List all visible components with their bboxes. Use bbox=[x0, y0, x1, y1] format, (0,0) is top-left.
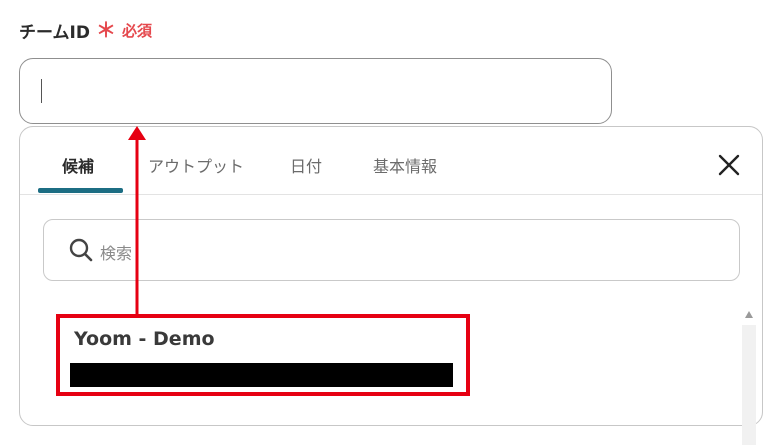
scroll-up-arrow-icon[interactable] bbox=[745, 311, 753, 318]
value-picker-panel: 候補 アウトプット 日付 基本情報 検索 Yoom - Demo bbox=[19, 126, 763, 445]
tab-output[interactable]: アウトプット bbox=[148, 153, 244, 177]
close-icon bbox=[718, 154, 740, 176]
tab-basic-info[interactable]: 基本情報 bbox=[373, 153, 437, 177]
candidate-item[interactable]: Yoom - Demo bbox=[57, 316, 463, 392]
required-text: 必須 bbox=[121, 21, 152, 40]
active-tab-indicator bbox=[38, 188, 123, 193]
required-asterisk: ＊ bbox=[95, 18, 116, 42]
candidate-redacted-id bbox=[70, 363, 453, 387]
picker-tabs: 候補 アウトプット 日付 基本情報 bbox=[20, 127, 762, 195]
team-id-label-text: チームID bbox=[19, 22, 90, 43]
candidate-name: Yoom - Demo bbox=[74, 328, 215, 350]
candidate-list: Yoom - Demo bbox=[20, 297, 762, 445]
close-button[interactable] bbox=[716, 152, 742, 178]
search-field[interactable]: 検索 bbox=[43, 219, 740, 281]
team-id-label: チームID ＊ 必須 bbox=[19, 18, 152, 43]
team-id-input[interactable] bbox=[19, 58, 612, 124]
search-placeholder: 検索 bbox=[100, 244, 133, 263]
text-caret bbox=[41, 79, 42, 103]
scrollbar-track[interactable] bbox=[742, 325, 756, 445]
tab-candidates[interactable]: 候補 bbox=[62, 153, 94, 177]
tab-date[interactable]: 日付 bbox=[290, 153, 322, 177]
search-icon bbox=[69, 238, 93, 262]
